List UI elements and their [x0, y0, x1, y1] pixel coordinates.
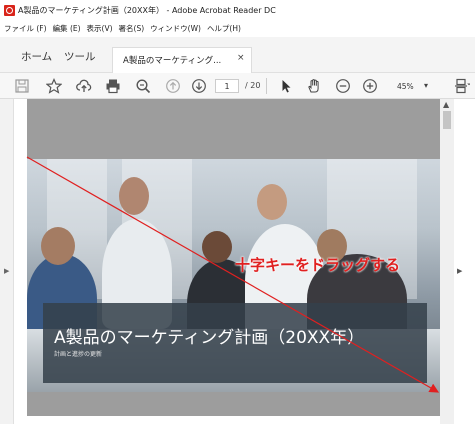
chevron-down-icon: ▾ [424, 81, 429, 90]
menu-window[interactable]: ウィンドウ(W) [150, 23, 201, 34]
right-panel-toggle[interactable]: ▶ [455, 99, 475, 424]
select-arrow-icon[interactable] [276, 76, 296, 96]
tab-strip: ホーム ツール A製品のマーケティング... × [0, 37, 475, 73]
tab-tools[interactable]: ツール [64, 49, 96, 64]
page-down-icon[interactable] [189, 76, 209, 96]
page-number-input[interactable]: 1 [215, 79, 239, 93]
tab-home[interactable]: ホーム [21, 49, 52, 64]
vertical-scrollbar[interactable]: ▲ [440, 99, 454, 424]
close-icon[interactable]: × [237, 53, 245, 63]
zoom-search-icon[interactable] [133, 76, 153, 96]
menu-file[interactable]: ファイル (F) [4, 23, 47, 34]
zoom-out-icon[interactable] [333, 76, 353, 96]
acrobat-logo-icon [4, 4, 15, 16]
page-total: / 20 [245, 81, 261, 90]
menu-view[interactable]: 表示(V) [87, 23, 113, 34]
drag-arrow-icon [26, 156, 440, 393]
menu-sign[interactable]: 署名(S) [119, 23, 145, 34]
scroll-up-icon[interactable]: ▲ [443, 100, 449, 109]
expand-right-icon[interactable]: ▶ [457, 267, 462, 275]
zoom-level-value: 45% [397, 81, 414, 91]
print-icon[interactable] [103, 76, 123, 96]
menu-help[interactable]: ヘルプ(H) [207, 23, 241, 34]
menu-bar: ファイル (F) 編集 (E) 表示(V) 署名(S) ウィンドウ(W) ヘルプ… [0, 20, 475, 37]
bookmark-star-icon[interactable] [44, 76, 64, 96]
window-title: A製品のマーケティング計画（20XX年） - Adobe Acrobat Rea… [18, 5, 276, 15]
tab-document-label: A製品のマーケティング... [123, 56, 222, 66]
document-area: ▶ A製品のマーケティング計画（20XX年） 計画と進捗の更新 十字キーをドラッ… [0, 99, 475, 424]
toolbar: 1 / 20 45% ▾ [0, 73, 475, 99]
menu-edit[interactable]: 編集 (E) [53, 23, 81, 34]
fit-page-icon[interactable] [451, 76, 473, 96]
cloud-upload-icon[interactable] [74, 76, 94, 96]
save-icon[interactable] [12, 76, 32, 96]
scrollbar-thumb[interactable] [443, 111, 451, 129]
page-up-icon[interactable] [163, 76, 183, 96]
toolbar-separator [266, 78, 267, 94]
zoom-in-icon[interactable] [360, 76, 380, 96]
title-bar: A製品のマーケティング計画（20XX年） - Adobe Acrobat Rea… [0, 0, 475, 20]
hand-tool-icon[interactable] [304, 76, 324, 96]
tab-document[interactable]: A製品のマーケティング... × [112, 47, 252, 73]
zoom-level-select[interactable]: 45% ▾ [388, 79, 434, 93]
